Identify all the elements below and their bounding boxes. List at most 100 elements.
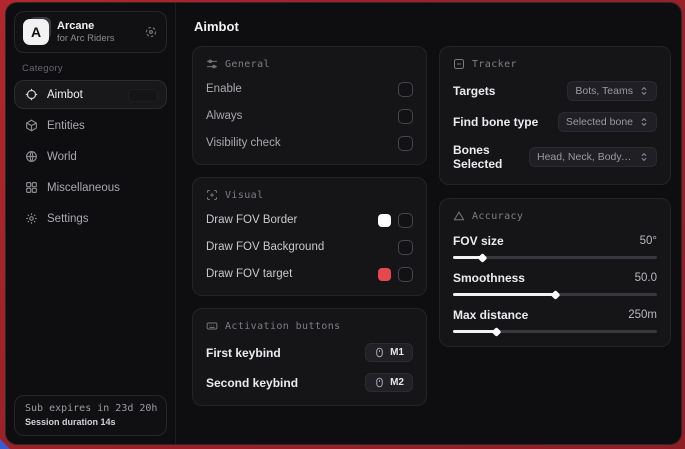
setting-label: Visibility check (206, 137, 281, 149)
section-title: Accuracy (472, 211, 523, 222)
sidebar-item-label: Aimbot (47, 89, 83, 101)
general-card: General Enable Always Visibility check (192, 46, 427, 165)
fov-border-checkbox[interactable] (398, 213, 413, 228)
slider-value: 250m (628, 309, 657, 321)
triangle-icon (453, 210, 465, 222)
setting-row-targets: Targets Bots, Teams (453, 81, 657, 101)
select-value: Bots, Teams (575, 85, 633, 97)
crosshair-icon (25, 88, 38, 101)
bones-selected-select[interactable]: Head, Neck, Body, Fe.. (529, 147, 657, 167)
chevron-up-down-icon (639, 86, 649, 96)
keybind-value: M1 (390, 347, 404, 358)
slider-value: 50° (640, 235, 657, 247)
sidebar-item-aimbot[interactable]: Aimbot (14, 80, 167, 109)
slider-thumb[interactable] (477, 253, 487, 263)
app-logo: A (23, 19, 49, 45)
setting-label: FOV size (453, 234, 504, 248)
fov-target-color-swatch[interactable] (378, 268, 391, 281)
fov-target-checkbox[interactable] (398, 267, 413, 282)
setting-label: Enable (206, 83, 242, 95)
sidebar-item-world[interactable]: World (14, 142, 167, 171)
fov-background-checkbox[interactable] (398, 240, 413, 255)
keybind-value: M2 (390, 377, 404, 388)
fov-size-slider[interactable] (453, 256, 657, 259)
find-bone-type-select[interactable]: Selected bone (558, 112, 657, 132)
activation-card: Activation buttons First keybind M1 Seco… (192, 308, 427, 406)
tracker-icon (453, 58, 465, 70)
sync-icon[interactable] (144, 25, 158, 39)
keyboard-icon (206, 320, 218, 332)
sub-expiry-text: Sub expires in 23d 20h (25, 403, 156, 414)
globe-icon (25, 150, 38, 163)
mouse-icon (374, 347, 385, 358)
visual-card: Visual Draw FOV Border Draw FOV Backgrou… (192, 177, 427, 296)
sliders-icon (206, 58, 218, 70)
setting-label: Smoothness (453, 271, 525, 285)
slider-value: 50.0 (635, 272, 657, 284)
enable-checkbox[interactable] (398, 82, 413, 97)
mouse-icon (374, 377, 385, 388)
setting-label: Draw FOV target (206, 268, 292, 280)
setting-label: Always (206, 110, 242, 122)
sidebar-item-miscellaneous[interactable]: Miscellaneous (14, 173, 167, 202)
tracker-card: Tracker Targets Bots, Teams Find bone ty… (439, 46, 671, 185)
slider-thumb[interactable] (491, 327, 501, 337)
smoothness-group: Smoothness 50.0 (453, 271, 657, 296)
subscription-card: Sub expires in 23d 20h Session duration … (14, 395, 167, 436)
max-distance-slider[interactable] (453, 330, 657, 333)
setting-row-first-keybind: First keybind M1 (206, 343, 413, 362)
setting-label: First keybind (206, 346, 281, 360)
app-titles: Arcane for Arc Riders (57, 20, 136, 45)
logo-letter: A (23, 19, 49, 45)
setting-row-visibility-check: Visibility check (206, 135, 413, 151)
sidebar-item-entities[interactable]: Entities (14, 111, 167, 140)
main-content: Aimbot General Enable (176, 3, 681, 444)
category-label: Category (22, 63, 159, 74)
setting-label: Draw FOV Border (206, 214, 297, 226)
visibility-check-checkbox[interactable] (398, 136, 413, 151)
targets-select[interactable]: Bots, Teams (567, 81, 657, 101)
setting-row-fov-target: Draw FOV target (206, 266, 413, 282)
entities-icon (25, 119, 38, 132)
slider-thumb[interactable] (551, 290, 561, 300)
keybind-hint-badge (128, 89, 158, 102)
setting-label: Second keybind (206, 376, 298, 390)
sidebar-menu: Aimbot Entities World Misce (6, 80, 175, 233)
app-window: A Arcane for Arc Riders Category Aimbot (5, 2, 682, 445)
setting-row-second-keybind: Second keybind M2 (206, 373, 413, 392)
right-column: Tracker Targets Bots, Teams Find bone ty… (439, 46, 671, 347)
setting-row-bones-selected: Bones Selected Head, Neck, Body, Fe.. (453, 143, 657, 171)
sidebar-item-settings[interactable]: Settings (14, 204, 167, 233)
section-title: Visual (225, 190, 264, 201)
setting-label: Targets (453, 84, 495, 98)
fov-size-group: FOV size 50° (453, 234, 657, 259)
always-checkbox[interactable] (398, 109, 413, 124)
setting-row-always: Always (206, 108, 413, 124)
setting-row-enable: Enable (206, 81, 413, 97)
max-distance-group: Max distance 250m (453, 308, 657, 333)
first-keybind-badge[interactable]: M1 (365, 343, 413, 362)
scan-icon (206, 189, 218, 201)
fov-border-color-swatch[interactable] (378, 214, 391, 227)
session-duration-text: Session duration 14s (25, 417, 156, 427)
page-title: Aimbot (194, 19, 671, 34)
app-header-card: A Arcane for Arc Riders (14, 11, 167, 53)
setting-row-fov-border: Draw FOV Border (206, 212, 413, 228)
accuracy-card: Accuracy FOV size 50° (439, 198, 671, 347)
left-column: General Enable Always Visibility check (192, 46, 427, 406)
setting-row-fov-background: Draw FOV Background (206, 239, 413, 255)
second-keybind-badge[interactable]: M2 (365, 373, 413, 392)
section-title: Tracker (472, 59, 517, 70)
sidebar: A Arcane for Arc Riders Category Aimbot (6, 3, 176, 444)
setting-row-find-bone-type: Find bone type Selected bone (453, 112, 657, 132)
grid-icon (25, 181, 38, 194)
setting-label: Find bone type (453, 115, 538, 129)
app-subtitle: for Arc Riders (57, 33, 136, 44)
smoothness-slider[interactable] (453, 293, 657, 296)
chevron-up-down-icon (639, 152, 649, 162)
select-value: Head, Neck, Body, Fe.. (537, 151, 633, 163)
sidebar-item-label: World (47, 151, 77, 163)
gear-icon (25, 212, 38, 225)
sidebar-item-label: Settings (47, 213, 89, 225)
section-title: Activation buttons (225, 321, 341, 332)
